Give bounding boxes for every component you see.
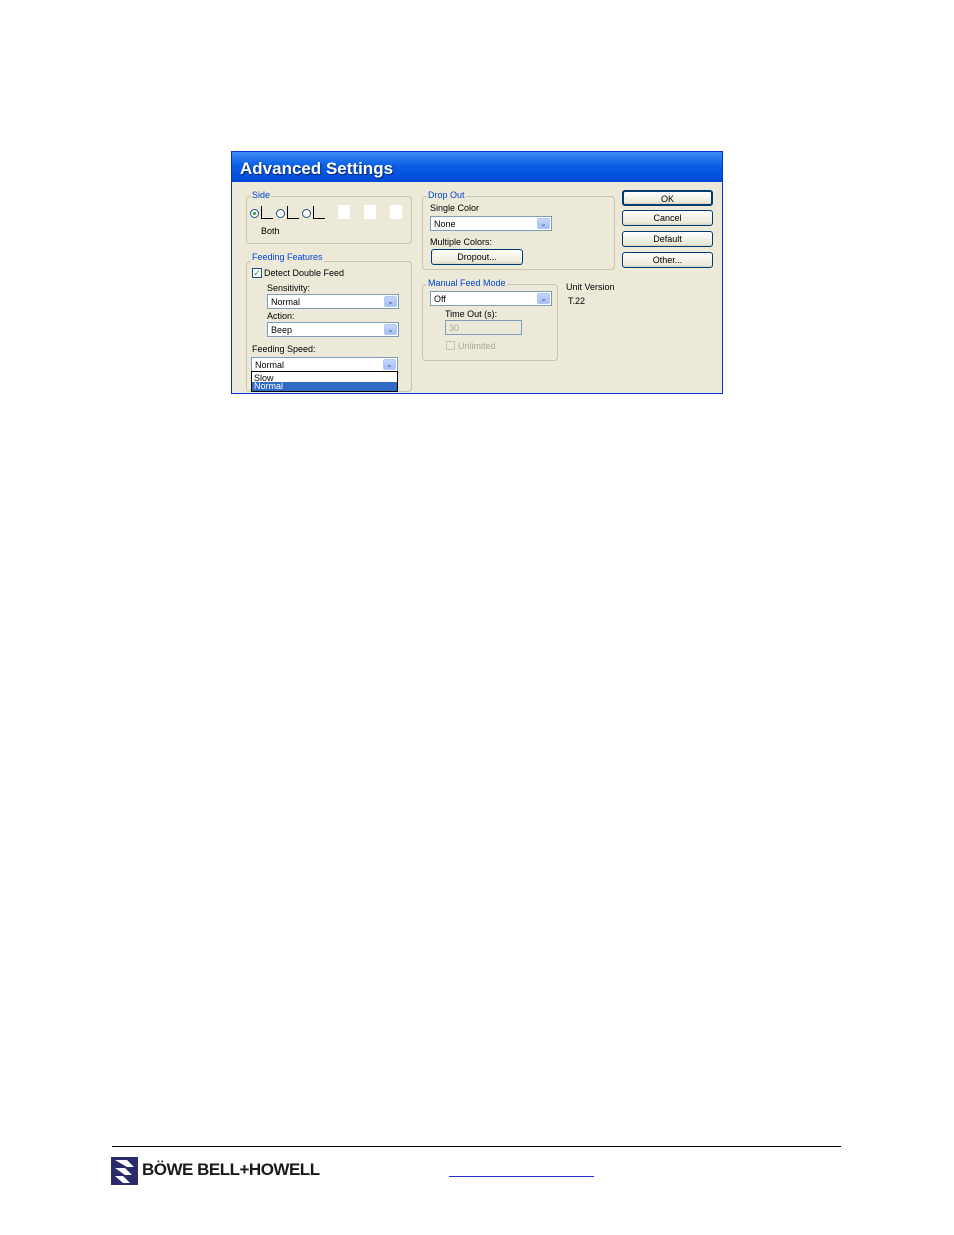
single-color-value: None (434, 219, 456, 229)
unit-version-value: T.22 (568, 296, 586, 306)
time-out-value: 30 (449, 323, 460, 333)
chevron-down-icon[interactable]: ⌄ (537, 293, 550, 304)
multiple-colors-label: Multiple Colors: (430, 237, 493, 247)
feeding-speed-option-normal[interactable]: Normal (252, 382, 397, 391)
side-group (246, 196, 412, 244)
feeding-speed-value: Normal (255, 360, 285, 370)
side-legend: Side (251, 190, 272, 200)
ok-button[interactable]: OK (622, 190, 713, 206)
detect-double-feed-label: Detect Double Feed (264, 268, 345, 278)
side-selected-label: Both (261, 226, 280, 236)
title-bar[interactable]: Advanced Settings (232, 152, 722, 182)
sensitivity-label: Sensitivity: (267, 283, 311, 293)
chevron-down-icon[interactable]: ⌄ (384, 296, 397, 307)
cancel-button[interactable]: Cancel (622, 210, 713, 226)
side-radio-back[interactable] (302, 209, 311, 218)
action-value: Beep (271, 325, 293, 335)
manual-feed-mode-legend: Manual Feed Mode (427, 278, 507, 288)
side-both-icon (261, 206, 273, 219)
footer-link[interactable] (449, 1162, 594, 1177)
feeding-features-legend: Feeding Features (251, 252, 324, 262)
brand-name: BÖWE BELL+HOWELL (142, 1160, 320, 1179)
blank-slot (364, 205, 376, 219)
side-back-icon (313, 206, 325, 219)
footer-divider (112, 1146, 841, 1147)
other-button[interactable]: Other... (622, 252, 713, 268)
feeding-speed-select[interactable]: Normal ⌄ (251, 357, 398, 372)
time-out-input[interactable]: 30 (445, 320, 522, 335)
feeding-speed-label: Feeding Speed: (252, 344, 316, 354)
action-label: Action: (267, 311, 295, 321)
sensitivity-select[interactable]: Normal ⌄ (267, 294, 399, 309)
dropout-button[interactable]: Dropout... (431, 249, 523, 265)
feeding-speed-dropdown-list: Slow Normal (251, 371, 398, 392)
chevron-down-icon[interactable]: ⌄ (537, 218, 550, 229)
bowe-bell-howell-logo-icon (111, 1157, 138, 1185)
manual-feed-mode-value: Off (434, 294, 446, 304)
side-radio-both[interactable] (250, 209, 259, 218)
dialog-title: Advanced Settings (240, 159, 394, 178)
unlimited-checkbox[interactable] (446, 341, 455, 350)
default-button[interactable]: Default (622, 231, 713, 247)
chevron-down-icon[interactable]: ⌄ (384, 324, 397, 335)
advanced-settings-dialog: Advanced Settings Side Both Feeding Feat… (231, 151, 723, 394)
chevron-down-icon[interactable]: ⌄ (383, 359, 396, 370)
unit-version-label: Unit Version (566, 282, 615, 292)
blank-slot (390, 205, 402, 219)
side-radio-front[interactable] (276, 209, 285, 218)
drop-out-legend: Drop Out (427, 190, 466, 200)
blank-slot (338, 205, 350, 219)
single-color-select[interactable]: None ⌄ (430, 216, 552, 231)
sensitivity-value: Normal (271, 297, 301, 307)
detect-double-feed-checkbox[interactable]: ✓ (252, 268, 262, 278)
time-out-label: Time Out (s): (445, 309, 498, 319)
manual-feed-mode-select[interactable]: Off ⌄ (430, 291, 552, 306)
action-select[interactable]: Beep ⌄ (267, 322, 399, 337)
side-front-icon (287, 206, 299, 219)
unlimited-label: Unlimited (458, 341, 496, 351)
single-color-label: Single Color (430, 203, 480, 213)
